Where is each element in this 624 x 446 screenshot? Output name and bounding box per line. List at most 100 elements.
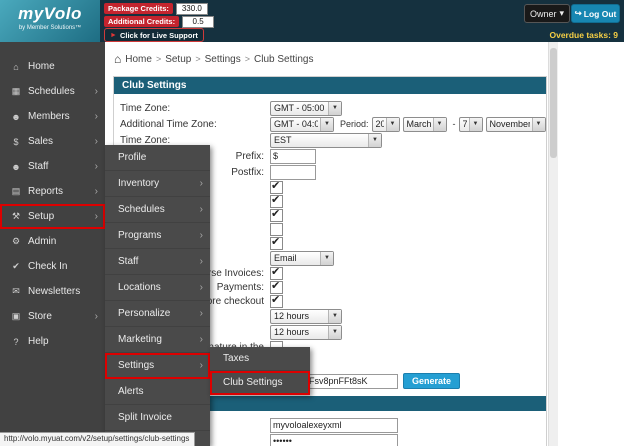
calendar-icon: ▦: [8, 86, 24, 97]
sidebar-item-check-in[interactable]: ✔ Check In: [0, 254, 105, 279]
sidebar-item-label: Check In: [28, 261, 67, 272]
breadcrumb-settings[interactable]: Settings: [205, 54, 241, 65]
time-format-select[interactable]: 12 hours: [270, 309, 342, 324]
chevron-right-icon: ›: [200, 282, 203, 293]
setup-menu-item-schedules[interactable]: Schedules ›: [105, 197, 210, 223]
app-logo: myVolo by Member Solutions™: [0, 0, 100, 42]
chevron-right-icon: ›: [95, 186, 98, 197]
scrollbar-thumb[interactable]: [550, 48, 557, 158]
xml-username-input[interactable]: [270, 418, 398, 433]
menu-item-label: Split Invoice: [118, 412, 172, 423]
menu-item-label: Locations: [118, 282, 161, 293]
sidebar-item-home[interactable]: ⌂ Home: [0, 54, 105, 79]
settings-submenu: Taxes Club Settings: [210, 347, 310, 395]
setup-menu-item-staff[interactable]: Staff ›: [105, 249, 210, 275]
settings-menu-item-taxes[interactable]: Taxes: [210, 347, 310, 371]
setup-menu-item-locations[interactable]: Locations ›: [105, 275, 210, 301]
sidebar-item-sales[interactable]: $ Sales ›: [0, 129, 105, 154]
currency-prefix-input[interactable]: [270, 149, 316, 164]
period-start-day-select[interactable]: 20: [372, 117, 400, 132]
sidebar-item-admin[interactable]: ⚙ Admin: [0, 229, 105, 254]
period-start-month-select[interactable]: March: [403, 117, 447, 132]
generate-button[interactable]: Generate: [403, 373, 460, 389]
panel-title: Club Settings: [114, 77, 546, 94]
setup-menu-item-personalize[interactable]: Personalize ›: [105, 301, 210, 327]
home-icon: ⌂: [8, 62, 24, 72]
sidebar-item-reports[interactable]: ▤ Reports ›: [0, 179, 105, 204]
live-support-button[interactable]: ► Click for Live Support: [104, 28, 204, 42]
staff-icon: ☻: [8, 162, 24, 172]
chevron-down-icon: [328, 310, 341, 323]
store-icon: ▣: [8, 311, 24, 322]
settings-menu-item-club-settings[interactable]: Club Settings: [210, 371, 310, 395]
time-zone-select[interactable]: GMT - 05:00: [270, 101, 342, 116]
setup-menu-item-alerts[interactable]: Alerts: [105, 379, 210, 405]
breadcrumb-separator: >: [156, 54, 161, 64]
time-format-select[interactable]: 12 hours: [270, 325, 342, 340]
sidebar-item-staff[interactable]: ☻ Staff ›: [0, 154, 105, 179]
menu-item-label: Taxes: [223, 353, 249, 364]
setup-submenu: Profile Inventory › Schedules › Programs…: [105, 145, 210, 446]
sidebar-item-schedules[interactable]: ▦ Schedules ›: [0, 79, 105, 104]
sidebar-item-newsletters[interactable]: ✉ Newsletters: [0, 279, 105, 304]
brand-name: myVolo: [0, 4, 100, 24]
field-label: Time Zone:: [120, 103, 270, 114]
vertical-scrollbar[interactable]: [548, 42, 558, 446]
members-icon: ☻: [8, 112, 24, 122]
sidebar-item-label: Home: [28, 61, 55, 72]
additional-credits-label: Additional Credits:: [104, 16, 179, 27]
setup-menu-item-inventory[interactable]: Inventory ›: [105, 171, 210, 197]
sidebar-item-label: Admin: [28, 236, 56, 247]
breadcrumb-setup[interactable]: Setup: [165, 54, 191, 65]
setting-checkbox[interactable]: [270, 295, 283, 308]
setting-checkbox[interactable]: [270, 209, 283, 222]
wrench-icon: ⚒: [8, 211, 24, 222]
chevron-right-icon: ›: [95, 111, 98, 122]
reports-icon: ▤: [8, 186, 24, 197]
sidebar-item-label: Members: [28, 111, 70, 122]
menu-item-label: Inventory: [118, 178, 159, 189]
sidebar-nav: ⌂ Home ▦ Schedules › ☻ Members › $ Sales…: [0, 42, 105, 446]
chevron-right-icon: ›: [95, 211, 98, 222]
chevron-down-icon: [433, 118, 446, 131]
setup-menu-item-programs[interactable]: Programs ›: [105, 223, 210, 249]
chevron-right-icon: ›: [95, 136, 98, 147]
time-zone-name-select[interactable]: EST: [270, 133, 382, 148]
period-end-day-select[interactable]: 7: [459, 117, 483, 132]
breadcrumb-home[interactable]: Home: [125, 54, 152, 65]
overdue-tasks-link[interactable]: Overdue tasks: 9: [549, 30, 618, 40]
chevron-down-icon: [386, 118, 399, 131]
owner-dropdown[interactable]: Owner ▾: [524, 4, 570, 23]
chevron-down-icon: [469, 118, 482, 131]
sidebar-item-members[interactable]: ☻ Members ›: [0, 104, 105, 129]
chevron-right-icon: ›: [200, 204, 203, 215]
menu-item-label: Personalize: [118, 308, 170, 319]
logout-label: Log Out: [584, 9, 617, 19]
logout-button[interactable]: ↪ Log Out: [571, 4, 620, 23]
setting-checkbox[interactable]: [270, 237, 283, 250]
chevron-right-icon: ›: [95, 311, 98, 322]
sidebar-item-setup[interactable]: ⚒ Setup ›: [0, 204, 105, 229]
form-row-time-zone: Time Zone: GMT - 05:00: [120, 100, 540, 116]
setup-menu-item-marketing[interactable]: Marketing ›: [105, 327, 210, 353]
period-end-month-select[interactable]: November: [486, 117, 546, 132]
sidebar-item-store[interactable]: ▣ Store ›: [0, 304, 105, 329]
currency-postfix-input[interactable]: [270, 165, 316, 180]
setup-menu-item-profile[interactable]: Profile: [105, 145, 210, 171]
menu-item-label: Programs: [118, 230, 161, 241]
setup-menu-item-split-invoice[interactable]: Split Invoice: [105, 405, 210, 431]
xml-password-input[interactable]: [270, 434, 398, 446]
chevron-down-icon: [320, 252, 333, 265]
field-label: Time Zone:: [120, 135, 270, 146]
sidebar-item-help[interactable]: ? Help: [0, 329, 105, 354]
home-icon: ⌂: [114, 52, 121, 66]
sales-icon: $: [8, 137, 24, 147]
additional-time-zone-select[interactable]: GMT - 04:00: [270, 117, 334, 132]
sidebar-item-label: Sales: [28, 136, 53, 147]
delivery-method-select[interactable]: Email: [270, 251, 334, 266]
breadcrumb: ⌂ Home > Setup > Settings > Club Setting…: [114, 52, 314, 66]
sidebar-item-label: Schedules: [28, 86, 75, 97]
menu-item-label: Marketing: [118, 334, 162, 345]
menu-item-label: Settings: [118, 360, 154, 371]
setup-menu-item-settings[interactable]: Settings ›: [105, 353, 210, 379]
